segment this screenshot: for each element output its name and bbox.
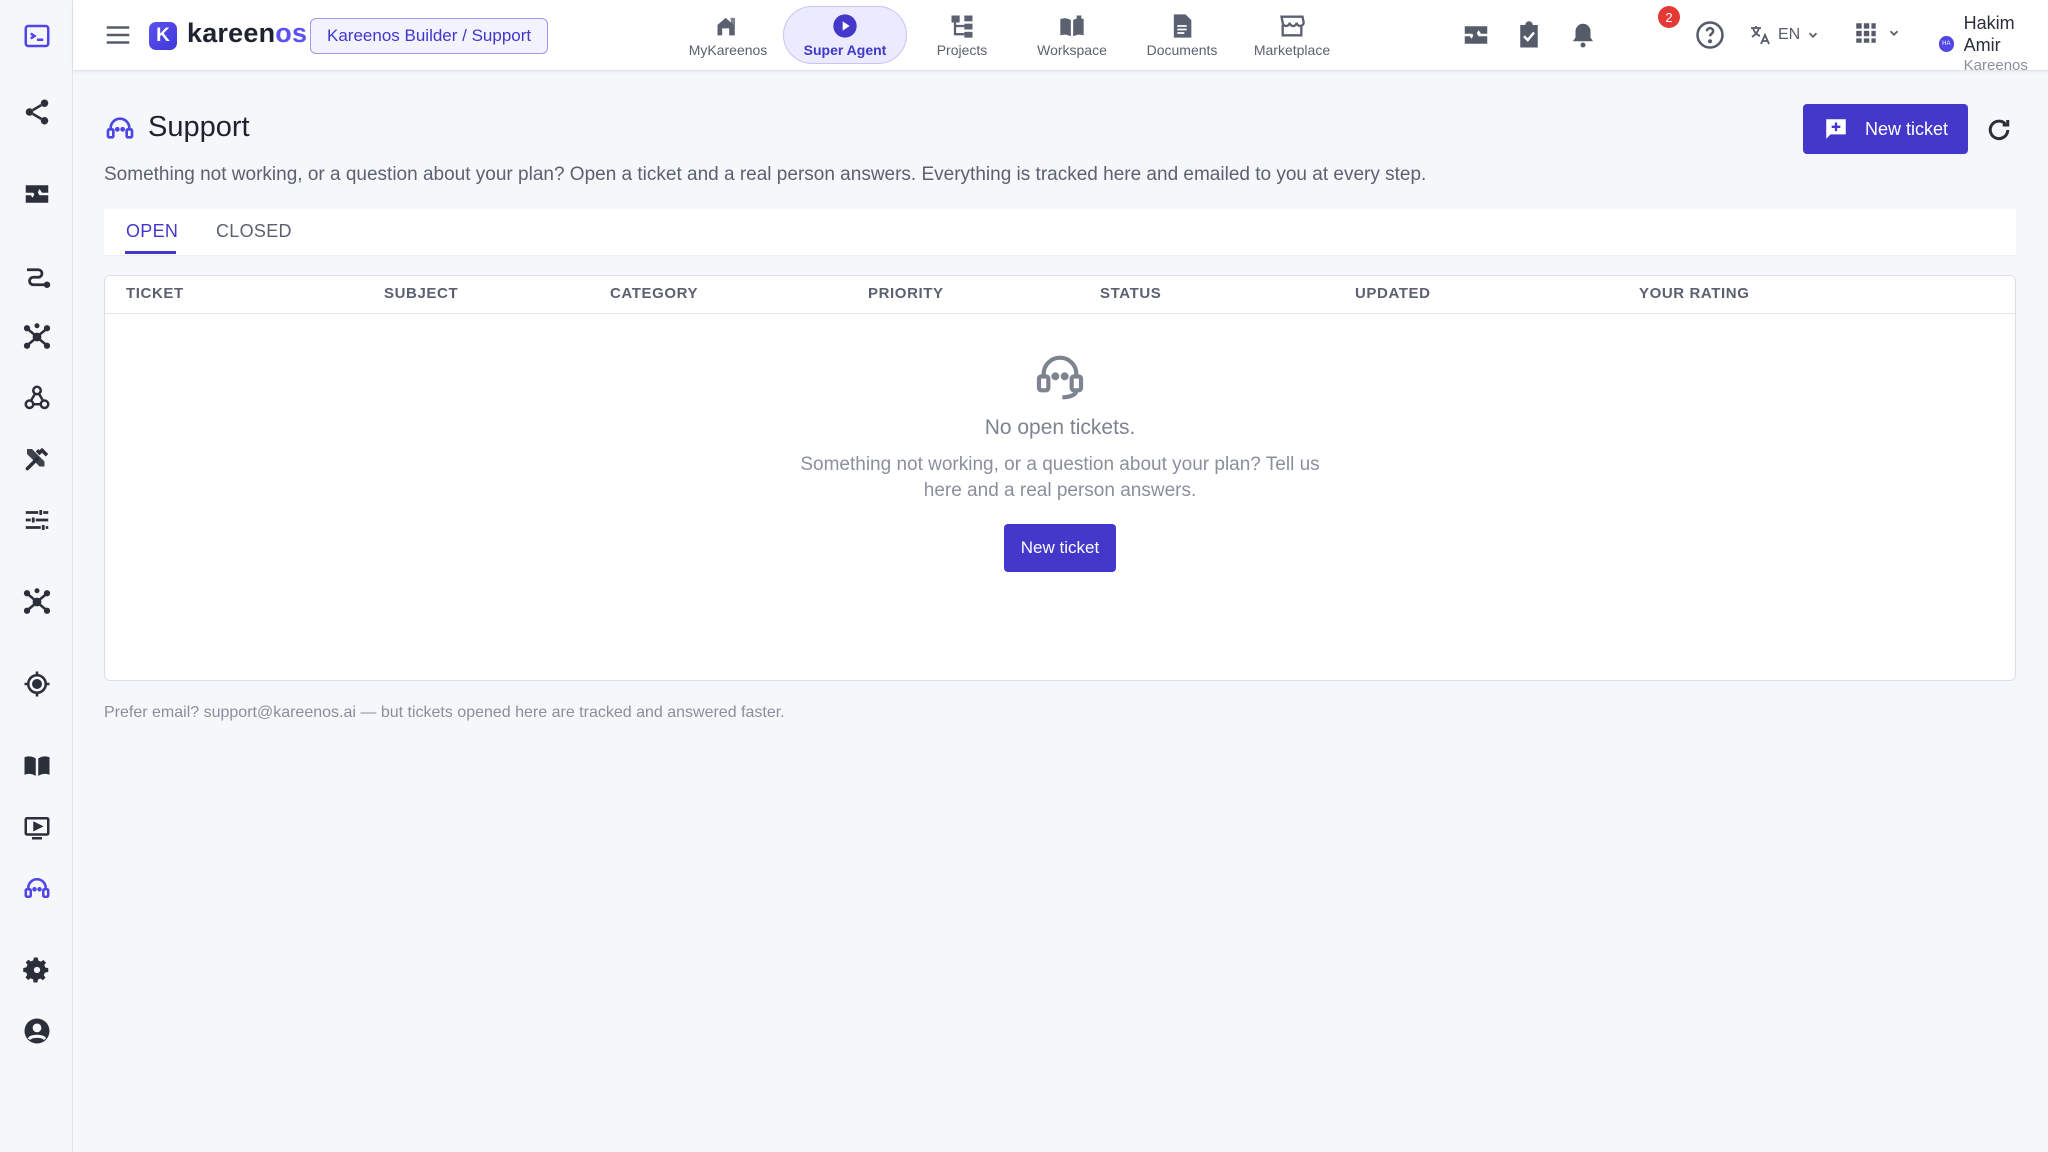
nav-label: MyKareenos <box>688 42 768 58</box>
rail-tools-icon[interactable] <box>0 435 73 483</box>
column-subject[interactable]: SUBJECT <box>384 285 458 302</box>
translate-icon <box>1751 26 1770 45</box>
rail-monitor-heart-icon[interactable] <box>0 170 73 218</box>
column-status[interactable]: STATUS <box>1100 285 1161 302</box>
language-label: EN <box>1778 26 1801 43</box>
rail-share-icon[interactable] <box>0 88 73 136</box>
logo-mark[interactable]: K <box>149 22 177 50</box>
page-header: Support <box>104 111 250 144</box>
empty-state: No open tickets. Something not working, … <box>105 346 2015 572</box>
page-title: Support <box>148 111 250 143</box>
refresh-icon[interactable] <box>1984 115 2014 145</box>
chevron-down-icon <box>1889 30 1899 36</box>
logo-text[interactable]: kareenos <box>187 18 307 49</box>
user-org: Kareenos <box>1963 57 2028 74</box>
nav-mykareenos[interactable]: MyKareenos <box>673 6 783 64</box>
rail-video-icon[interactable] <box>0 803 73 851</box>
rail-route-icon[interactable] <box>0 252 73 300</box>
rail-settings-icon[interactable] <box>0 946 73 994</box>
left-rail <box>0 0 73 1152</box>
user-menu[interactable]: HA Hakim Amir Kareenos <box>1939 12 2048 76</box>
home-icon <box>717 17 735 36</box>
nav-label: Documents <box>1146 42 1218 58</box>
nav-label: Super Agent <box>803 42 887 58</box>
apps-grid-icon <box>1856 23 1876 43</box>
nav-super-agent[interactable]: Super Agent <box>783 6 907 64</box>
rail-tune-icon[interactable] <box>0 496 73 544</box>
play-circle-icon <box>833 14 857 38</box>
tickets-table: TICKET SUBJECT CATEGORY PRIORITY STATUS … <box>104 275 2016 681</box>
column-your-rating[interactable]: YOUR RATING <box>1639 285 1750 302</box>
notification-badge: 2 <box>1658 6 1680 28</box>
nav-projects[interactable]: Projects <box>907 6 1017 64</box>
tab-open[interactable]: OPEN <box>126 221 178 242</box>
empty-title: No open tickets. <box>984 416 1136 439</box>
rail-book-icon[interactable] <box>0 742 73 790</box>
email-footnote: Prefer email? support@kareenos.ai — but … <box>104 704 785 721</box>
new-ticket-label: New ticket <box>1865 118 1949 139</box>
top-bar: K kareenos Kareenos Builder / Support My… <box>73 0 2048 74</box>
empty-text: Something not working, or a question abo… <box>800 454 1320 501</box>
help-icon[interactable] <box>1695 20 1725 50</box>
apps-menu[interactable] <box>1853 20 1901 46</box>
language-selector[interactable]: EN <box>1748 20 1820 50</box>
page-intro: Something not working, or a question abo… <box>104 164 1427 185</box>
tree-icon <box>951 15 973 38</box>
nav-marketplace[interactable]: Marketplace <box>1237 6 1347 64</box>
tab-closed[interactable]: CLOSED <box>216 221 292 242</box>
support-agent-icon <box>106 116 134 139</box>
store-icon <box>1280 15 1305 37</box>
rail-hub-icon-2[interactable] <box>0 578 73 626</box>
nav-documents[interactable]: Documents <box>1127 6 1237 64</box>
document-icon <box>1173 14 1192 38</box>
avatar: HA <box>1939 36 1954 52</box>
user-name: Hakim Amir <box>1963 13 2015 55</box>
nav-workspace[interactable]: Workspace <box>1017 6 1127 64</box>
nav-label: Workspace <box>1037 42 1107 58</box>
tab-indicator <box>125 251 176 254</box>
menu-icon[interactable] <box>103 20 133 50</box>
support-agent-icon <box>1036 355 1084 400</box>
task-check-icon[interactable] <box>1514 20 1544 50</box>
rail-terminal-icon[interactable] <box>0 12 73 60</box>
ticket-tabs: OPEN CLOSED <box>104 209 2016 256</box>
bell-icon[interactable] <box>1568 20 1598 50</box>
column-category[interactable]: CATEGORY <box>610 285 698 302</box>
column-ticket[interactable]: TICKET <box>126 285 184 302</box>
monitor-heart-icon[interactable] <box>1461 20 1491 50</box>
breadcrumb[interactable]: Kareenos Builder / Support <box>310 18 549 54</box>
rail-hub-icon[interactable] <box>0 313 73 361</box>
add-comment-icon <box>1826 119 1846 139</box>
nav-label: Projects <box>936 42 988 58</box>
rail-target-icon[interactable] <box>0 660 73 708</box>
chevron-down-icon <box>1809 32 1818 38</box>
rail-support-icon[interactable] <box>0 864 73 912</box>
new-ticket-button[interactable]: New ticket <box>1803 104 1969 154</box>
book-icon <box>1060 15 1084 37</box>
rail-account-icon[interactable] <box>0 1007 73 1055</box>
rail-webhook-icon[interactable] <box>0 374 73 422</box>
logo-text-main: kareen <box>187 18 276 48</box>
main-nav: MyKareenos Super Agent Projects Workspac… <box>673 6 1347 66</box>
nav-label: Marketplace <box>1253 42 1331 58</box>
column-updated[interactable]: UPDATED <box>1355 285 1431 302</box>
column-priority[interactable]: PRIORITY <box>868 285 944 302</box>
logo-text-accent: os <box>275 18 308 48</box>
table-header: TICKET SUBJECT CATEGORY PRIORITY STATUS … <box>105 276 2015 314</box>
empty-new-ticket-button[interactable]: New ticket <box>1003 524 1117 572</box>
